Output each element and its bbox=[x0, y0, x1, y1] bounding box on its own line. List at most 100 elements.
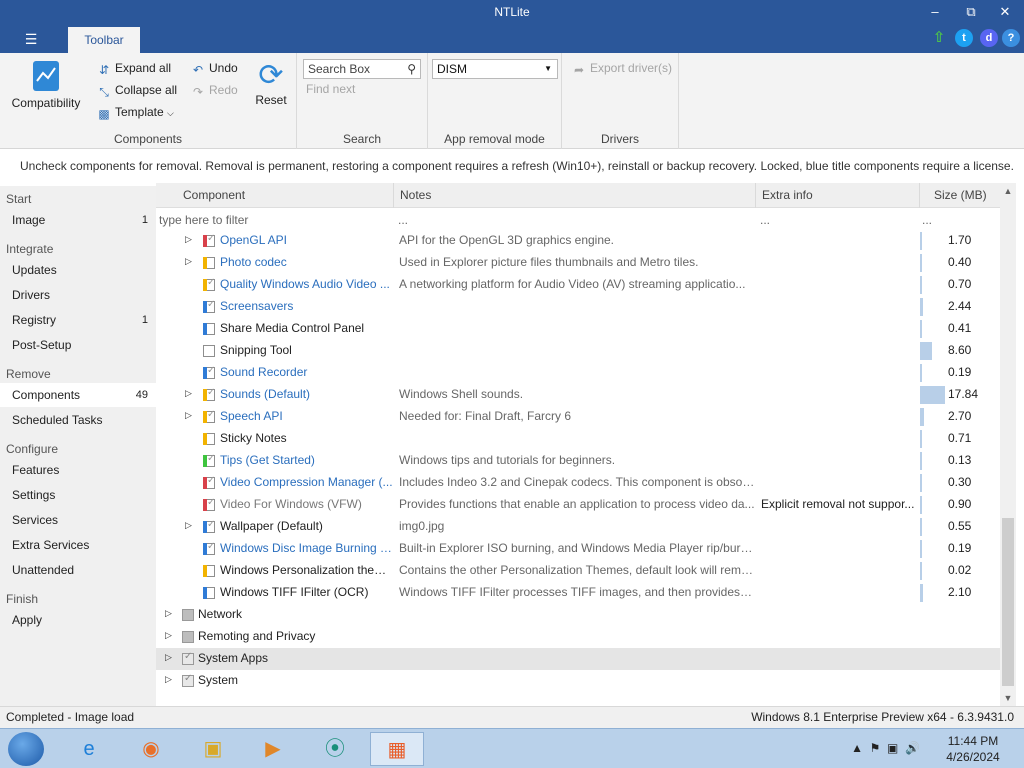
table-row[interactable]: Sticky Notes 0.71 bbox=[156, 428, 1000, 450]
table-row[interactable]: ✓ Windows Disc Image Burning T... Built-in… bbox=[156, 538, 1000, 560]
group-checkbox[interactable] bbox=[182, 609, 194, 621]
column-notes[interactable]: Notes bbox=[394, 183, 756, 208]
filter-row[interactable]: type here to filter ... ... ... bbox=[156, 210, 1000, 230]
help-icon[interactable]: ? bbox=[1002, 29, 1020, 47]
sidebar-item-post-setup[interactable]: Post-Setup bbox=[0, 333, 156, 357]
restore-icon[interactable]: ⧉ bbox=[954, 2, 988, 22]
filter-input[interactable]: type here to filter bbox=[159, 213, 248, 227]
table-row[interactable]: Windows Personalization themes Contains t… bbox=[156, 560, 1000, 582]
expand-arrow-icon[interactable]: ▷ bbox=[185, 234, 192, 245]
collapse-all-button[interactable]: ⤡ Collapse all bbox=[97, 80, 177, 100]
table-row[interactable]: ▷ ✓ OpenGL API API for the OpenGL 3D graphi… bbox=[156, 230, 1000, 252]
component-checkbox[interactable] bbox=[203, 345, 215, 357]
sidebar-item-updates[interactable]: Updates bbox=[0, 258, 156, 282]
sidebar-item-apply[interactable]: Apply bbox=[0, 608, 156, 632]
component-checkbox[interactable] bbox=[203, 433, 215, 445]
component-checkbox[interactable] bbox=[203, 323, 215, 335]
update-arrow-icon[interactable]: ⇧ bbox=[930, 29, 948, 47]
table-row[interactable]: ✓ Tips (Get Started) Windows tips and tuto… bbox=[156, 450, 1000, 472]
component-checkbox[interactable]: ✓ bbox=[203, 497, 215, 511]
template-button[interactable]: ▩ Template ⌵ bbox=[97, 102, 174, 122]
expand-all-button[interactable]: ⇵ Expand all bbox=[97, 58, 171, 78]
filter-size[interactable]: ... bbox=[922, 213, 932, 227]
table-row[interactable]: Share Media Control Panel 0.41 bbox=[156, 318, 1000, 340]
sidebar-item-scheduled-tasks[interactable]: Scheduled Tasks bbox=[0, 408, 156, 432]
firefox-icon[interactable]: ◉ bbox=[124, 732, 178, 766]
component-checkbox[interactable] bbox=[203, 257, 215, 269]
filter-extra[interactable]: ... bbox=[760, 213, 770, 227]
clock[interactable]: 11:44 PM 4/26/2024 bbox=[938, 733, 1008, 765]
table-row[interactable]: ▷ ✓ Sounds (Default) Windows Shell sounds. 1… bbox=[156, 384, 1000, 406]
ntlite-icon[interactable]: ▦ bbox=[370, 732, 424, 766]
close-icon[interactable]: ✕ bbox=[988, 2, 1022, 22]
column-extra-info[interactable]: Extra info bbox=[756, 183, 920, 208]
sidebar-item-features[interactable]: Features bbox=[0, 458, 156, 482]
expand-arrow-icon[interactable]: ▷ bbox=[185, 388, 192, 399]
column-component[interactable]: Component bbox=[156, 183, 394, 208]
sidebar-item-image[interactable]: Image 1 bbox=[0, 208, 156, 232]
scroll-down-icon[interactable]: ▼ bbox=[1000, 690, 1016, 706]
component-checkbox[interactable] bbox=[203, 587, 215, 599]
table-row[interactable]: ✓ Screensavers 2.44 bbox=[156, 296, 1000, 318]
file-explorer-icon[interactable]: ▣ bbox=[186, 732, 240, 766]
table-row[interactable]: ✓ Video For Windows (VFW) Provides functio… bbox=[156, 494, 1000, 516]
twitter-icon[interactable]: t bbox=[955, 29, 973, 47]
undo-button[interactable]: ↶ Undo bbox=[191, 58, 238, 78]
media-player-icon[interactable]: ▶ bbox=[246, 732, 300, 766]
sidebar-item-components[interactable]: Components 49 bbox=[0, 383, 156, 407]
column-size[interactable]: Size (MB) bbox=[920, 183, 1000, 208]
component-checkbox[interactable]: ✓ bbox=[203, 233, 215, 247]
hamburger-icon[interactable]: ☰ bbox=[18, 30, 44, 48]
reset-button[interactable]: ⟳ Reset bbox=[250, 59, 292, 107]
discord-icon[interactable]: d bbox=[980, 29, 998, 47]
tab-toolbar[interactable]: Toolbar bbox=[68, 27, 140, 53]
table-row[interactable]: ✓ Quality Windows Audio Video ... A networ… bbox=[156, 274, 1000, 296]
export-drivers-button[interactable]: ➦ Export driver(s) bbox=[572, 58, 672, 78]
app-removal-select[interactable]: DISM ▼ bbox=[432, 59, 558, 79]
sidebar-item-drivers[interactable]: Drivers bbox=[0, 283, 156, 307]
sidebar-item-settings[interactable]: Settings bbox=[0, 483, 156, 507]
app-icon[interactable]: ⦿ bbox=[308, 732, 362, 766]
compatibility-button[interactable]: Compatibility bbox=[6, 59, 86, 110]
component-checkbox[interactable]: ✓ bbox=[203, 453, 215, 467]
component-checkbox[interactable]: ✓ bbox=[203, 519, 215, 533]
redo-button[interactable]: ↷ Redo bbox=[191, 80, 238, 100]
group-row[interactable]: ▷ Network bbox=[156, 604, 1000, 626]
group-checkbox[interactable] bbox=[182, 631, 194, 643]
sidebar-item-extra-services[interactable]: Extra Services bbox=[0, 533, 156, 557]
expand-arrow-icon[interactable]: ▷ bbox=[165, 608, 172, 619]
expand-arrow-icon[interactable]: ▷ bbox=[165, 652, 172, 663]
search-icon[interactable]: ⚲ bbox=[407, 60, 416, 78]
component-checkbox[interactable]: ✓ bbox=[203, 541, 215, 555]
table-row[interactable]: ✓ Video Compression Manager (... Includes … bbox=[156, 472, 1000, 494]
filter-notes[interactable]: ... bbox=[398, 213, 408, 227]
table-row[interactable]: ✓ Sound Recorder 0.19 bbox=[156, 362, 1000, 384]
table-row[interactable]: Snipping Tool 8.60 bbox=[156, 340, 1000, 362]
sidebar-item-services[interactable]: Services bbox=[0, 508, 156, 532]
component-checkbox[interactable]: ✓ bbox=[203, 409, 215, 423]
group-checkbox[interactable]: ✓ bbox=[182, 651, 194, 665]
expand-arrow-icon[interactable]: ▷ bbox=[185, 520, 192, 531]
component-checkbox[interactable] bbox=[203, 565, 215, 577]
group-row[interactable]: ▷ Remoting and Privacy bbox=[156, 626, 1000, 648]
system-tray[interactable]: ▲ ⚑ ▣ 🔊 bbox=[851, 741, 920, 755]
component-checkbox[interactable]: ✓ bbox=[203, 365, 215, 379]
minimize-icon[interactable]: – bbox=[918, 2, 952, 22]
expand-arrow-icon[interactable]: ▷ bbox=[165, 630, 172, 641]
find-next-button[interactable]: Find next bbox=[306, 79, 355, 99]
component-checkbox[interactable]: ✓ bbox=[203, 387, 215, 401]
group-checkbox[interactable]: ✓ bbox=[182, 673, 194, 687]
scroll-thumb[interactable] bbox=[1002, 518, 1014, 686]
table-row[interactable]: ▷ ✓ Wallpaper (Default) img0.jpg 0.55 bbox=[156, 516, 1000, 538]
component-checkbox[interactable]: ✓ bbox=[203, 475, 215, 489]
vertical-scrollbar[interactable]: ▲ ▼ bbox=[1000, 183, 1016, 706]
expand-arrow-icon[interactable]: ▷ bbox=[185, 256, 192, 267]
group-row[interactable]: ▷ ✓ System Apps bbox=[156, 648, 1000, 670]
expand-arrow-icon[interactable]: ▷ bbox=[165, 674, 172, 685]
table-row[interactable]: ▷ ✓ Speech API Needed for: Final Draft, Far… bbox=[156, 406, 1000, 428]
scroll-up-icon[interactable]: ▲ bbox=[1000, 183, 1016, 199]
sidebar-item-unattended[interactable]: Unattended bbox=[0, 558, 156, 582]
internet-explorer-icon[interactable]: e bbox=[62, 732, 116, 766]
sidebar-item-registry[interactable]: Registry 1 bbox=[0, 308, 156, 332]
component-checkbox[interactable]: ✓ bbox=[203, 299, 215, 313]
